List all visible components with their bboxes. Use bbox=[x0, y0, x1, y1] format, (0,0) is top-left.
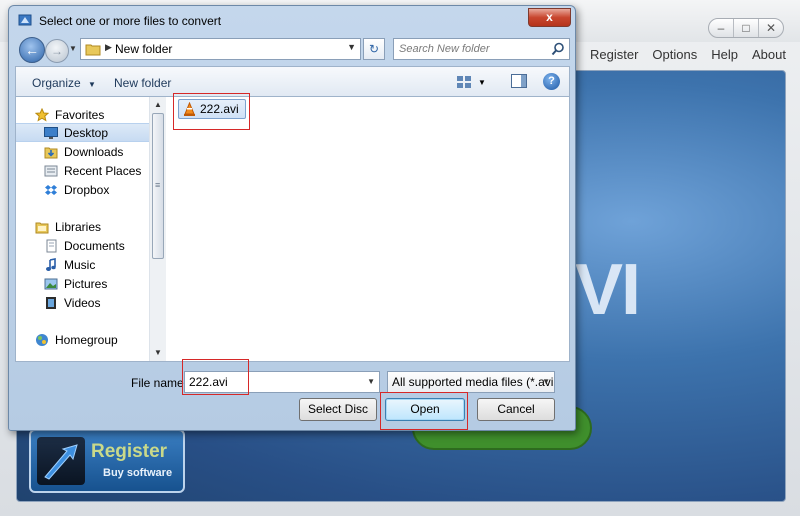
scroll-down-arrow-icon[interactable]: ▼ bbox=[150, 345, 166, 361]
file-name-label: File name: bbox=[131, 376, 188, 390]
preview-pane-icon[interactable] bbox=[511, 74, 527, 88]
file-open-dialog: Select one or more files to convert x ← … bbox=[8, 5, 576, 431]
file-type-select[interactable]: All supported media files (*.avi ▼ bbox=[387, 371, 555, 393]
scroll-up-arrow-icon[interactable]: ▲ bbox=[150, 97, 166, 113]
nav-downloads[interactable]: Downloads bbox=[16, 142, 149, 161]
nav-label: Pictures bbox=[64, 276, 108, 291]
recent-places-icon bbox=[43, 163, 59, 179]
nav-label: Music bbox=[64, 257, 96, 272]
pictures-icon bbox=[43, 276, 59, 292]
cancel-button[interactable]: Cancel bbox=[477, 398, 555, 421]
minimize-icon[interactable]: – bbox=[709, 19, 734, 37]
background-window-controls: – □ ✕ bbox=[708, 18, 784, 38]
help-icon[interactable]: ? bbox=[543, 73, 560, 90]
register-card-title: Register bbox=[91, 441, 168, 462]
file-name-label: 222.avi bbox=[200, 102, 239, 116]
menu-options[interactable]: Options bbox=[652, 47, 697, 62]
new-folder-button[interactable]: New folder bbox=[114, 76, 171, 90]
chevron-down-icon: ▼ bbox=[88, 80, 96, 89]
close-button[interactable]: x bbox=[528, 8, 571, 27]
navigation-pane: Favorites Desktop Downloads Recent Place… bbox=[16, 97, 149, 361]
nav-favorites[interactable]: Favorites bbox=[16, 105, 149, 124]
forward-arrow-icon[interactable]: → bbox=[45, 39, 69, 63]
nav-libraries[interactable]: Libraries bbox=[16, 217, 149, 236]
command-toolbar: Organize ▼ New folder ▼ ? bbox=[15, 66, 570, 96]
scroll-grip-icon: ≡ bbox=[155, 180, 161, 190]
nav-label: Downloads bbox=[64, 144, 124, 159]
libraries-icon bbox=[34, 219, 50, 235]
nav-pane-scrollbar[interactable]: ▲ ≡ ▼ bbox=[149, 97, 166, 361]
file-name-input[interactable] bbox=[185, 372, 361, 392]
nav-label: Dropbox bbox=[64, 182, 110, 197]
recent-locations-dropdown-icon[interactable]: ▼ bbox=[69, 44, 77, 53]
select-disc-button[interactable]: Select Disc bbox=[299, 398, 377, 421]
dropbox-icon bbox=[43, 182, 59, 198]
music-icon bbox=[43, 257, 59, 273]
register-card-subtitle: Buy software bbox=[103, 467, 173, 479]
search-box[interactable] bbox=[393, 38, 570, 60]
app-icon bbox=[18, 14, 32, 26]
search-icon[interactable] bbox=[551, 42, 565, 56]
organize-menu-button[interactable]: Organize ▼ bbox=[32, 76, 96, 90]
dialog-title: Select one or more files to convert bbox=[39, 14, 222, 28]
nav-homegroup[interactable]: Homegroup bbox=[16, 330, 149, 349]
back-arrow-icon[interactable]: ← bbox=[19, 37, 45, 63]
nav-label: Favorites bbox=[55, 107, 105, 122]
dialog-footer: File name: ▼ All supported media files (… bbox=[9, 359, 575, 430]
file-name-dropdown-icon[interactable]: ▼ bbox=[367, 377, 375, 386]
file-item[interactable]: 222.avi bbox=[178, 99, 246, 119]
background-menu: Register Options Help About bbox=[590, 47, 786, 62]
star-icon bbox=[34, 107, 50, 123]
file-list[interactable]: 222.avi bbox=[166, 93, 568, 361]
nav-label: Documents bbox=[64, 238, 125, 253]
view-options-icon bbox=[457, 76, 471, 88]
open-button[interactable]: Open bbox=[385, 398, 465, 421]
organize-label: Organize bbox=[32, 76, 81, 90]
maximize-icon[interactable]: □ bbox=[734, 19, 759, 37]
change-view-button[interactable]: ▼ bbox=[456, 73, 492, 91]
homegroup-icon bbox=[34, 332, 50, 348]
file-type-dropdown-icon: ▼ bbox=[542, 377, 550, 386]
nav-label: Videos bbox=[64, 295, 101, 310]
menu-help[interactable]: Help bbox=[711, 47, 738, 62]
close-icon[interactable]: ✕ bbox=[759, 19, 783, 37]
breadcrumb-current-folder[interactable]: New folder bbox=[115, 42, 172, 56]
nav-recent-places[interactable]: Recent Places bbox=[16, 161, 149, 180]
documents-icon bbox=[43, 238, 59, 254]
menu-about[interactable]: About bbox=[752, 47, 786, 62]
register-cart-icon bbox=[37, 437, 85, 485]
background-logo-text: VI bbox=[575, 250, 641, 330]
address-dropdown-icon[interactable]: ▼ bbox=[347, 42, 356, 52]
nav-label: Libraries bbox=[55, 219, 102, 234]
vlc-cone-icon bbox=[184, 101, 195, 116]
nav-documents[interactable]: Documents bbox=[16, 236, 149, 255]
scrollbar-thumb[interactable]: ≡ bbox=[152, 113, 164, 259]
nav-label: Homegroup bbox=[55, 332, 118, 347]
nav-pictures[interactable]: Pictures bbox=[16, 274, 149, 293]
nav-desktop[interactable]: Desktop bbox=[16, 123, 149, 142]
browser-content: Favorites Desktop Downloads Recent Place… bbox=[15, 93, 570, 362]
view-dropdown-icon: ▼ bbox=[478, 77, 486, 87]
refresh-icon: ↻ bbox=[368, 42, 380, 56]
address-bar[interactable]: ▶ New folder ▼ bbox=[80, 38, 361, 60]
menu-register[interactable]: Register bbox=[590, 47, 638, 62]
nav-music[interactable]: Music bbox=[16, 255, 149, 274]
breadcrumb-separator-icon[interactable]: ▶ bbox=[105, 42, 112, 53]
downloads-icon bbox=[43, 144, 59, 160]
videos-icon bbox=[43, 295, 59, 311]
folder-icon bbox=[85, 44, 101, 56]
search-input[interactable] bbox=[394, 39, 549, 59]
nav-label: Desktop bbox=[64, 125, 109, 140]
nav-videos[interactable]: Videos bbox=[16, 293, 149, 312]
desktop-icon bbox=[43, 125, 59, 141]
register-card[interactable]: Register Buy software bbox=[29, 429, 185, 493]
file-type-value: All supported media files (*.avi bbox=[392, 375, 554, 389]
refresh-button[interactable]: ↻ bbox=[363, 38, 385, 60]
file-name-combo[interactable]: ▼ bbox=[184, 371, 380, 393]
nav-label: Recent Places bbox=[64, 163, 142, 178]
nav-dropbox[interactable]: Dropbox bbox=[16, 180, 149, 199]
